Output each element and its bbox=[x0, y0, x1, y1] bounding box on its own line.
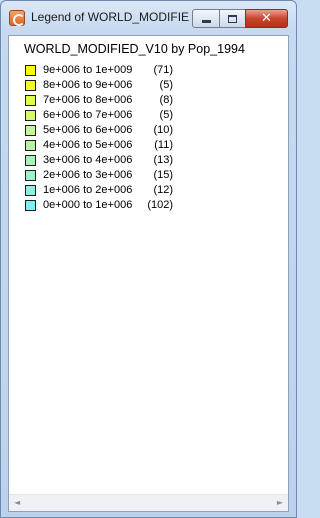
legend-range-label: 1e+006 to 2e+006 bbox=[43, 184, 133, 196]
legend-item: 7e+006 to 8e+006 (8) bbox=[25, 94, 245, 109]
legend-color-swatch bbox=[25, 200, 36, 211]
legend-color-swatch bbox=[25, 140, 36, 151]
legend-range-label: 2e+006 to 3e+006 bbox=[43, 169, 133, 181]
legend-count-label: (102) bbox=[147, 199, 173, 211]
maximize-icon bbox=[228, 14, 237, 23]
legend-item: 6e+006 to 7e+006 (5) bbox=[25, 109, 245, 124]
close-button[interactable]: ✕ bbox=[245, 9, 288, 28]
legend-range-label: 6e+006 to 7e+006 bbox=[43, 109, 133, 121]
legend-range-label: 4e+006 to 5e+006 bbox=[43, 139, 133, 151]
legend-count-label: (10) bbox=[153, 124, 173, 136]
legend-color-swatch bbox=[25, 155, 36, 166]
legend-count-label: (11) bbox=[154, 139, 173, 151]
legend-range-label: 8e+006 to 9e+006 bbox=[43, 79, 133, 91]
minimize-button[interactable] bbox=[192, 9, 220, 28]
legend-color-swatch bbox=[25, 185, 36, 196]
legend-range-label: 5e+006 to 6e+006 bbox=[43, 124, 133, 136]
legend-color-swatch bbox=[25, 65, 36, 76]
scroll-right-arrow-icon[interactable]: ► bbox=[277, 499, 283, 507]
legend-item: 1e+006 to 2e+006 (12) bbox=[25, 184, 245, 199]
legend-color-swatch bbox=[25, 110, 36, 121]
legend-list: 9e+006 to 1e+009 (71) 8e+006 to 9e+006 (5) 7… bbox=[25, 64, 245, 214]
legend-color-swatch bbox=[25, 170, 36, 181]
legend-item: 3e+006 to 4e+006 (13) bbox=[25, 154, 245, 169]
map-legend-app-icon[interactable] bbox=[9, 10, 25, 26]
legend-item: 5e+006 to 6e+006 (10) bbox=[25, 124, 245, 139]
minimize-icon bbox=[201, 20, 211, 23]
title-bar[interactable]: Legend of WORLD_MODIFIED_V10 by Pop_1994… bbox=[1, 1, 296, 34]
scroll-left-arrow-icon[interactable]: ◄ bbox=[14, 499, 20, 507]
legend-range-label: 3e+006 to 4e+006 bbox=[43, 154, 133, 166]
window-title: Legend of WORLD_MODIFIED_V10 by Pop_1994 bbox=[31, 10, 189, 24]
legend-count-label: (71) bbox=[153, 64, 173, 76]
legend-item: 2e+006 to 3e+006 (15) bbox=[25, 169, 245, 184]
legend-count-label: (15) bbox=[153, 169, 173, 181]
legend-item: 9e+006 to 1e+009 (71) bbox=[25, 64, 245, 79]
legend-count-label: (12) bbox=[153, 184, 173, 196]
horizontal-scrollbar[interactable]: ◄ ► bbox=[9, 494, 288, 511]
legend-item: 4e+006 to 5e+006 (11) bbox=[25, 139, 245, 154]
close-icon: ✕ bbox=[261, 11, 272, 26]
legend-count-label: (8) bbox=[159, 94, 173, 106]
maximize-button[interactable] bbox=[219, 9, 246, 28]
legend-count-label: (5) bbox=[159, 79, 173, 91]
legend-range-label: 0e+000 to 1e+006 bbox=[43, 199, 133, 211]
legend-range-label: 7e+006 to 8e+006 bbox=[43, 94, 133, 106]
legend-color-swatch bbox=[25, 95, 36, 106]
legend-count-label: (5) bbox=[159, 109, 173, 121]
legend-item: 8e+006 to 9e+006 (5) bbox=[25, 79, 245, 94]
legend-color-swatch bbox=[25, 125, 36, 136]
legend-count-label: (13) bbox=[153, 154, 173, 166]
legend-window: Legend of WORLD_MODIFIED_V10 by Pop_1994… bbox=[0, 0, 297, 518]
legend-panel: WORLD_MODIFIED_V10 by Pop_1994 9e+006 to… bbox=[8, 35, 289, 512]
legend-title: WORLD_MODIFIED_V10 by Pop_1994 bbox=[24, 42, 245, 56]
legend-range-label: 9e+006 to 1e+009 bbox=[43, 64, 133, 76]
legend-color-swatch bbox=[25, 80, 36, 91]
legend-item: 0e+000 to 1e+006 (102) bbox=[25, 199, 245, 214]
